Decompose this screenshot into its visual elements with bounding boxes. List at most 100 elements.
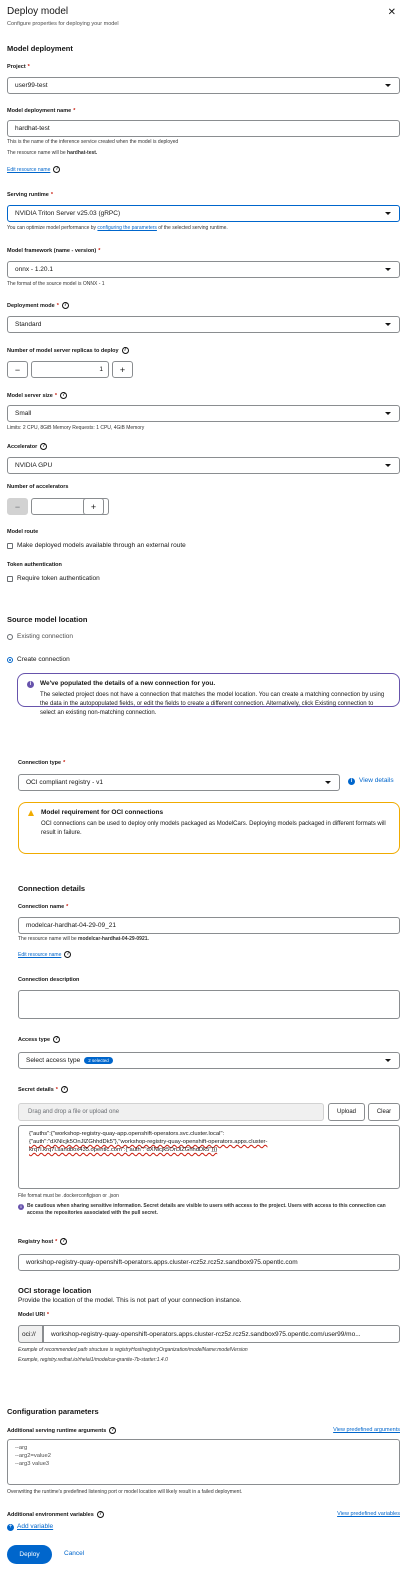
- model-route-checkbox-label: Make deployed models available through a…: [17, 542, 186, 549]
- existing-connection-radio[interactable]: [7, 634, 13, 640]
- help-icon[interactable]: ?: [53, 166, 61, 173]
- modal-header: Deploy model Configure properties for de…: [0, 0, 410, 36]
- server-size-help: Limits: 2 CPU, 8GiB Memory Requests: 1 C…: [7, 425, 145, 431]
- replicas-input[interactable]: 1: [31, 361, 109, 378]
- secret-line-2: {"auth":"dXNlcjk5OnJlZGhhdDk5"},"worksho…: [29, 1139, 268, 1145]
- model-framework-label: Model framework (name - version) *: [7, 248, 101, 254]
- modal-title: Deploy model: [7, 6, 69, 17]
- chevron-down-icon: [325, 781, 331, 784]
- secret-details-textarea[interactable]: {"auths":{"workshop-registry-quay-app.op…: [18, 1125, 400, 1189]
- connection-description-textarea[interactable]: [18, 990, 400, 1019]
- accelerators-plus-button[interactable]: +: [83, 498, 104, 515]
- uri-help-2: Example, registry.redhat.io/rhelai1/mode…: [18, 1357, 168, 1363]
- deployment-name-help: This is the name of the inference servic…: [7, 139, 179, 145]
- deployment-resource-name: The resource name will be hardhat-test.: [7, 150, 98, 156]
- info-icon: i: [348, 778, 355, 785]
- connection-details-title: Connection details: [18, 884, 86, 893]
- connection-type-select[interactable]: OCI compliant registry - v1: [18, 774, 340, 791]
- close-icon[interactable]: ✕: [388, 7, 396, 18]
- help-icon[interactable]: ?: [60, 392, 67, 399]
- help-icon[interactable]: ?: [60, 1086, 68, 1093]
- replicas-minus-button[interactable]: −: [7, 361, 28, 378]
- runtime-args-help: Overwriting the runtime's predefined lis…: [7, 1489, 243, 1495]
- model-uri-label: Model URI *: [18, 1312, 50, 1318]
- chevron-down-icon: [385, 84, 391, 87]
- server-size-label: Model server size *?: [7, 392, 67, 399]
- help-icon[interactable]: ?: [109, 1427, 117, 1434]
- connection-type-label: Connection type *: [18, 760, 66, 766]
- model-route-checkbox[interactable]: [7, 543, 13, 549]
- chevron-down-icon: [385, 1059, 391, 1062]
- chevron-down-icon: [385, 268, 391, 271]
- deploy-button[interactable]: Deploy: [7, 1545, 52, 1564]
- secret-line-1: {"auths":{"workshop-registry-quay-app.op…: [29, 1131, 225, 1137]
- clear-button[interactable]: Clear: [368, 1103, 400, 1121]
- registry-host-input[interactable]: workshop-registry-quay-openshift-operato…: [18, 1254, 400, 1271]
- file-upload-dropzone[interactable]: Drag and drop a file or upload one: [18, 1103, 324, 1121]
- replicas-label: Number of model server replicas to deplo…: [7, 347, 129, 354]
- model-framework-help: The format of the source model is ONNX -…: [7, 281, 105, 287]
- secret-text: {"auths":{"workshop-registry-quay-app.op…: [19, 1126, 399, 1158]
- view-details-link[interactable]: i View details: [348, 777, 394, 785]
- create-connection-radio[interactable]: [7, 657, 13, 663]
- deployment-name-input[interactable]: hardhat-test: [7, 120, 400, 137]
- access-type-select[interactable]: Select access type 2 selected: [18, 1052, 400, 1069]
- info-alert-title: We've populated the details of a new con…: [40, 680, 216, 687]
- connection-description-label: Connection description: [18, 977, 80, 983]
- registry-host-label: Registry host *?: [18, 1238, 68, 1245]
- warning-alert-title: Model requirement for OCI connections: [41, 809, 164, 816]
- chevron-down-icon: [385, 464, 391, 467]
- selected-count-badge: 2 selected: [84, 1057, 113, 1064]
- cancel-button[interactable]: Cancel: [64, 1550, 84, 1557]
- edit-resource-name-link[interactable]: Edit resource name: [7, 167, 50, 173]
- view-predefined-variables-link[interactable]: View predefined variables: [337, 1511, 400, 1517]
- file-format-help: File format must be .dockerconfigjson or…: [18, 1193, 119, 1199]
- info-icon: i: [18, 1204, 24, 1210]
- secret-line-3: krq7l.krq7l.sandbox435.opentlc.com":{"au…: [29, 1147, 218, 1153]
- configure-parameters-link[interactable]: configuring the parameters: [97, 225, 156, 231]
- deployment-mode-label: Deployment mode *?: [7, 302, 69, 309]
- accelerators-minus-button[interactable]: −: [7, 498, 28, 515]
- uri-prefix: oci://: [18, 1325, 43, 1343]
- help-icon[interactable]: ?: [53, 1036, 61, 1043]
- model-uri-input[interactable]: workshop-registry-quay-openshift-operato…: [43, 1325, 400, 1343]
- token-auth-checkbox[interactable]: [7, 576, 13, 582]
- help-icon[interactable]: ?: [64, 951, 72, 958]
- help-icon[interactable]: ?: [60, 1238, 68, 1245]
- edit-resource-name-area: Edit resource name?: [7, 166, 61, 174]
- help-icon[interactable]: ?: [121, 347, 129, 354]
- deployment-name-label: Model deployment name *: [7, 108, 76, 114]
- project-label: Project *: [7, 64, 30, 70]
- warning-alert: Model requirement for OCI connections OC…: [18, 802, 400, 854]
- existing-connection-label: Existing connection: [17, 633, 74, 640]
- view-predefined-arguments-link[interactable]: View predefined arguments: [333, 1427, 400, 1433]
- serving-runtime-select[interactable]: NVIDIA Triton Server v25.03 (gRPC): [7, 205, 400, 222]
- deployment-mode-select[interactable]: Standard: [7, 316, 400, 333]
- warning-icon: [28, 810, 34, 816]
- runtime-args-textarea[interactable]: --arg --arg2=value2 --arg3 value3: [7, 1439, 400, 1485]
- upload-button[interactable]: Upload: [328, 1103, 365, 1121]
- oci-storage-subtitle: Provide the location of the model. This …: [18, 1297, 242, 1304]
- add-variable-button[interactable]: + Add variable: [7, 1523, 53, 1531]
- accelerator-select[interactable]: NVIDIA GPU: [7, 457, 400, 474]
- serving-runtime-help: You can optimize model performance by co…: [7, 225, 228, 231]
- help-icon[interactable]: ?: [61, 302, 69, 309]
- chevron-down-icon: [385, 212, 391, 215]
- help-icon[interactable]: ?: [40, 443, 48, 450]
- uri-help-1: Example of recommended path structure is…: [18, 1347, 248, 1353]
- server-size-select[interactable]: Small: [7, 405, 400, 422]
- project-select[interactable]: user99-test: [7, 77, 400, 94]
- edit-connection-resource-link[interactable]: Edit resource name: [18, 952, 61, 958]
- accelerator-label: Accelerator?: [7, 443, 48, 450]
- help-icon[interactable]: ?: [96, 1511, 104, 1518]
- token-auth-label: Token authentication: [7, 562, 62, 568]
- serving-runtime-label: Serving runtime *: [7, 192, 54, 198]
- info-alert: i We've populated the details of a new c…: [17, 673, 400, 716]
- env-vars-label: Additional environment variables?: [7, 1511, 104, 1518]
- num-accelerators-label: Number of accelerators: [7, 484, 69, 490]
- warning-alert-body: OCI connections can be used to deploy on…: [41, 821, 386, 836]
- model-route-label: Model route: [7, 529, 39, 535]
- connection-name-input[interactable]: modelcar-hardhat-04-29-09_21: [18, 917, 400, 934]
- model-framework-select[interactable]: onnx - 1.20.1: [7, 261, 400, 278]
- replicas-plus-button[interactable]: +: [112, 361, 133, 378]
